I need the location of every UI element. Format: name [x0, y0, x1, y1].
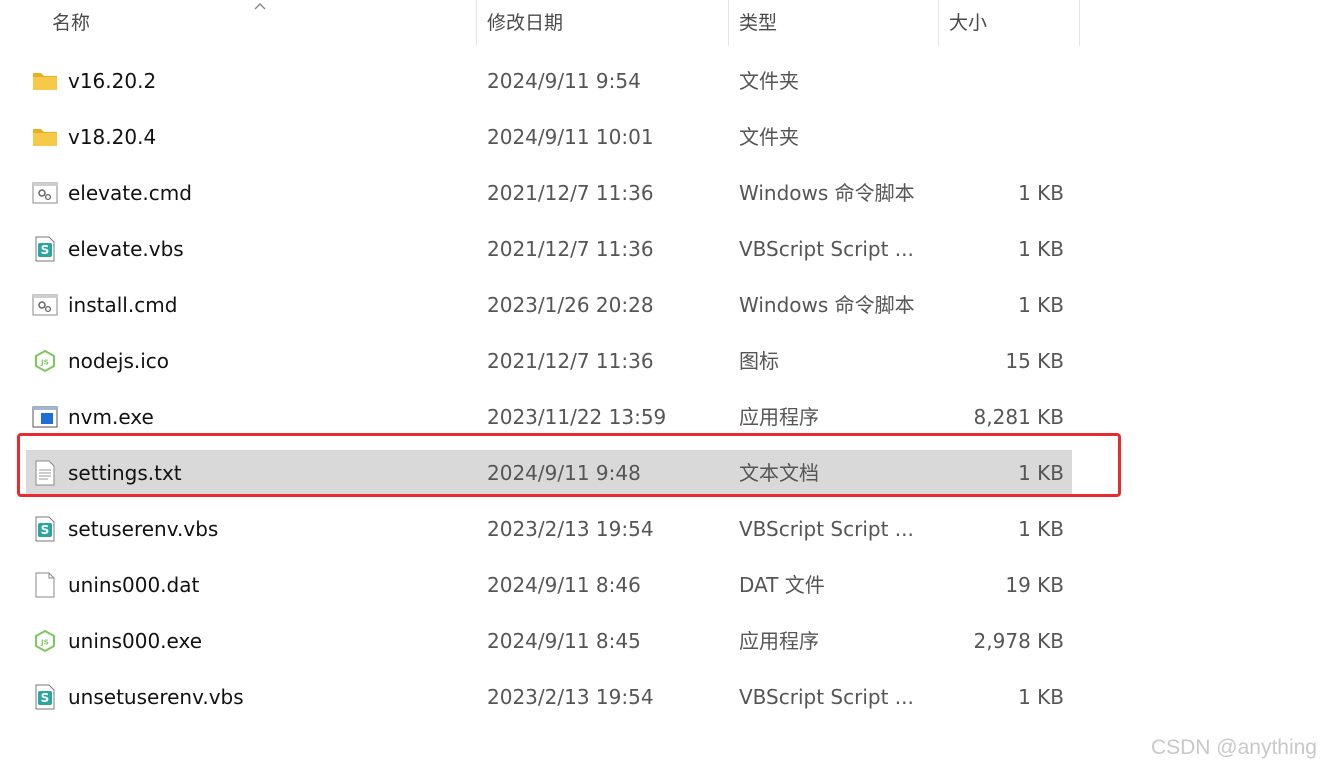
vbscript-file-icon: S	[32, 684, 58, 710]
svg-text:S: S	[41, 243, 50, 257]
svg-text:JS: JS	[40, 639, 49, 647]
file-name: unins000.dat	[68, 573, 200, 597]
file-row[interactable]: Ssetuserenv.vbs 2023/2/13 19:54 VBScript S…	[26, 506, 1072, 552]
svg-text:S: S	[41, 523, 50, 537]
file-size: 2,978 KB	[973, 629, 1064, 653]
nodejs-icon: JS	[32, 348, 58, 374]
file-name: setuserenv.vbs	[68, 517, 219, 541]
highlight-box	[17, 433, 1121, 497]
file-name: v18.20.4	[68, 125, 157, 149]
file-type: 文件夹	[739, 125, 799, 149]
file-type: VBScript Script ...	[739, 237, 914, 261]
file-name: v16.20.2	[68, 69, 157, 93]
column-header-bar: 名称 修改日期 类型 大小	[0, 0, 1080, 46]
file-name: elevate.cmd	[68, 181, 192, 205]
vbscript-file-icon: S	[32, 516, 58, 542]
file-modified: 2024/9/11 9:54	[487, 69, 641, 93]
cmd-file-icon	[32, 292, 58, 318]
column-header-size[interactable]: 大小	[938, 0, 1080, 46]
file-modified: 2023/2/13 19:54	[487, 517, 654, 541]
file-row[interactable]: JS unins000.exe 2024/9/11 8:45 应用程序 2,978 KB	[26, 618, 1072, 664]
file-modified: 2021/12/7 11:36	[487, 237, 654, 261]
file-modified: 2024/9/11 8:45	[487, 629, 641, 653]
file-size: 15 KB	[1005, 349, 1064, 373]
nodejs-icon: JS	[32, 628, 58, 654]
file-modified: 2024/9/11 8:46	[487, 573, 641, 597]
file-type: VBScript Script ...	[739, 517, 914, 541]
column-header-name[interactable]: 名称	[42, 0, 476, 46]
file-row[interactable]: Selevate.vbs 2021/12/7 11:36 VBScript Scri…	[26, 226, 1072, 272]
cmd-file-icon	[32, 180, 58, 206]
file-type: DAT 文件	[739, 573, 825, 597]
file-name: nodejs.ico	[68, 349, 170, 373]
file-name: unins000.exe	[68, 629, 203, 653]
blank-file-icon	[32, 572, 58, 598]
file-type: 应用程序	[739, 629, 819, 653]
file-type: VBScript Script ...	[739, 685, 914, 709]
vbscript-file-icon: S	[32, 236, 58, 262]
file-type: 文件夹	[739, 69, 799, 93]
svg-text:S: S	[41, 691, 50, 705]
file-row[interactable]: unins000.dat 2024/9/11 8:46 DAT 文件 19 KB	[26, 562, 1072, 608]
file-modified: 2021/12/7 11:36	[487, 181, 654, 205]
file-size: 19 KB	[1005, 573, 1064, 597]
column-header-modified[interactable]: 修改日期	[476, 0, 728, 46]
column-header-type[interactable]: 类型	[728, 0, 938, 46]
watermark: CSDN @anything	[1150, 736, 1317, 759]
svg-text:JS: JS	[40, 359, 49, 367]
file-row[interactable]: JS nodejs.ico 2021/12/7 11:36 图标 15 KB	[26, 338, 1072, 384]
file-modified: 2023/2/13 19:54	[487, 685, 654, 709]
file-row[interactable]: elevate.cmd 2021/12/7 11:36 Windows 命令脚本 1 …	[26, 170, 1072, 216]
file-name: unsetuserenv.vbs	[68, 685, 244, 709]
file-row[interactable]: install.cmd 2023/1/26 20:28 Windows 命令脚本 1 …	[26, 282, 1072, 328]
file-size: 1 KB	[1018, 517, 1064, 541]
file-type: 图标	[739, 349, 779, 373]
file-modified: 2024/9/11 10:01	[487, 125, 654, 149]
folder-icon	[32, 68, 58, 94]
file-modified: 2021/12/7 11:36	[487, 349, 654, 373]
exe-file-icon	[32, 404, 58, 430]
file-size: 1 KB	[1018, 685, 1064, 709]
column-divider	[1079, 0, 1080, 46]
file-type: Windows 命令脚本	[739, 293, 915, 317]
file-name: elevate.vbs	[68, 237, 184, 261]
file-row[interactable]: v16.20.2 2024/9/11 9:54 文件夹	[26, 58, 1072, 104]
file-modified: 2023/1/26 20:28	[487, 293, 654, 317]
file-row[interactable]: Sunsetuserenv.vbs 2023/2/13 19:54 VBScript…	[26, 674, 1072, 720]
file-name: install.cmd	[68, 293, 178, 317]
file-row[interactable]: v18.20.4 2024/9/11 10:01 文件夹	[26, 114, 1072, 160]
file-size: 1 KB	[1018, 237, 1064, 261]
folder-icon	[32, 124, 58, 150]
file-size: 1 KB	[1018, 181, 1064, 205]
file-type: Windows 命令脚本	[739, 181, 915, 205]
file-size: 1 KB	[1018, 293, 1064, 317]
